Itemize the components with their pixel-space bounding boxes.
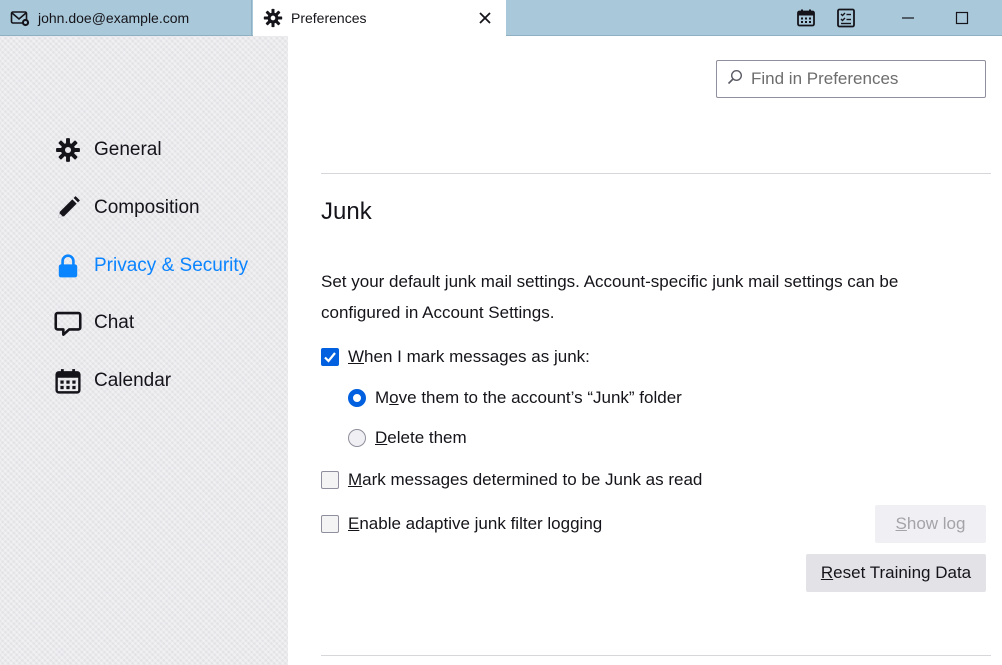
calendar-icon [54,367,82,395]
tab-mail[interactable]: john.doe@example.com [0,0,252,36]
radio-label: Move them to the account’s “Junk” folder [375,388,682,407]
section-divider [321,173,991,174]
show-log-button[interactable]: Show log [875,505,986,543]
junk-logging-checkbox[interactable]: Enable adaptive junk filter logging [321,514,602,534]
checkbox-label: Enable adaptive junk filter logging [348,514,603,533]
sidebar-item-general[interactable]: General [54,133,162,167]
title-bar: john.doe@example.com Preferences [0,0,1002,36]
sidebar-item-calendar[interactable]: Calendar [54,364,171,398]
maximize-icon[interactable] [950,6,974,30]
category-sidebar: General Composition Privacy & Security C… [0,36,288,665]
tab-label: john.doe@example.com [38,10,190,26]
radio-label: Delete them [375,428,467,447]
close-tab-icon[interactable] [476,9,494,27]
checkbox-unchecked[interactable] [321,471,339,489]
tab-label: Preferences [291,10,367,26]
search-box[interactable] [716,60,986,98]
delete-junk-radio[interactable]: Delete them [348,428,467,448]
lock-icon [54,252,82,280]
section-title-junk: Junk [321,198,372,225]
sidebar-item-label: Composition [94,197,200,218]
gear-icon [54,136,82,164]
pencil-icon [54,194,82,222]
radio-unselected[interactable] [348,429,366,447]
mark-as-junk-checkbox[interactable]: When I mark messages as junk: [321,347,590,367]
sidebar-item-label: Privacy & Security [94,255,249,276]
tasks-tab-icon[interactable] [836,8,856,28]
checkbox-unchecked[interactable] [321,515,339,533]
search-input[interactable] [749,68,983,90]
minimize-icon[interactable] [896,6,920,30]
sidebar-item-composition[interactable]: Composition [54,191,200,225]
section-divider [321,655,991,656]
junk-description: Set your default junk mail settings. Acc… [321,272,899,322]
chat-icon [54,309,82,337]
calendar-tab-icon[interactable] [796,8,816,28]
gear-icon [263,8,283,28]
tab-preferences[interactable]: Preferences [253,0,506,36]
sidebar-item-privacy-security[interactable]: Privacy & Security [54,249,248,283]
move-to-junk-radio[interactable]: Move them to the account’s “Junk” folder [348,388,682,408]
reset-training-data-button[interactable]: Reset Training Data [806,554,986,592]
search-icon [727,69,743,90]
mark-junk-read-checkbox[interactable]: Mark messages determined to be Junk as r… [321,470,702,490]
sidebar-item-label: Chat [94,312,135,333]
preferences-pane: Junk Set your default junk mail settings… [288,36,1002,665]
radio-selected[interactable] [348,389,366,407]
sidebar-item-chat[interactable]: Chat [54,306,134,340]
checkbox-label: When I mark messages as junk: [348,347,590,366]
checkbox-checked[interactable] [321,348,339,366]
sidebar-item-label: General [94,139,162,160]
sidebar-item-label: Calendar [94,370,172,391]
checkbox-label: Mark messages determined to be Junk as r… [348,470,703,489]
mail-icon [10,8,30,28]
